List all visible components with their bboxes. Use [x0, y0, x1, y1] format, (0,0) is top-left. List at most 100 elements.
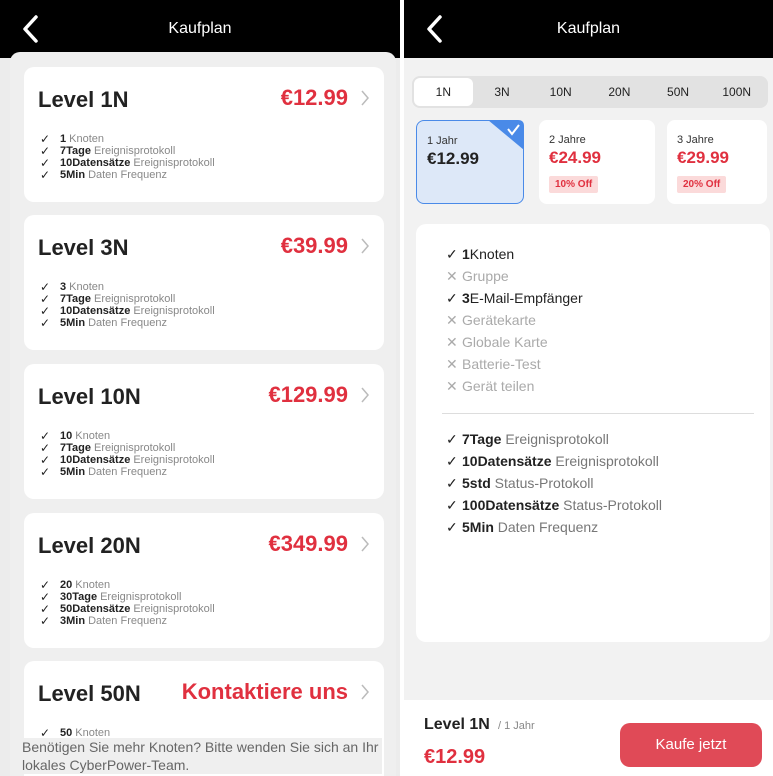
level-tabs: 1N 3N 10N 20N 50N 100N	[412, 76, 768, 108]
tab-10n[interactable]: 10N	[531, 78, 590, 106]
feature-card: ✓ 1Knoten ✕ Gruppe ✓ 3E-Mail-Empfänger ✕ Geräte…	[416, 224, 770, 642]
feature-item: ✓ 3Min Daten Frequenz	[40, 615, 215, 627]
plan-name: Level 50N	[38, 681, 141, 706]
period-label: 1 Jahr	[427, 135, 458, 147]
checkmark-icon: ✓	[446, 453, 458, 469]
plan-card[interactable]: Level 20N €349.99 ✓ 20 Knoten ✓ 30Tage Ereignis…	[24, 513, 384, 648]
feature-item: ✓ 30Tage Ereignisprotokoll	[40, 591, 215, 603]
feature-label: Gerätekarte	[462, 312, 536, 328]
feature-list: ✓ 10 Knoten ✓ 7Tage Ereignisprotokoll ✓ 10Daten…	[40, 430, 215, 478]
plan-list[interactable]: Level 1N €12.99 ✓ 1 Knoten ✓ 7Tage Ereignisprot…	[10, 52, 396, 776]
tab-100n[interactable]: 100N	[707, 78, 766, 106]
feature-item: ✕ Globale Karte	[446, 332, 548, 352]
feature-item: ✓ 20 Knoten	[40, 579, 215, 591]
feature-value: 7Tage	[60, 293, 91, 305]
log-item: ✓ 10Datensätze Ereignisprotokoll	[446, 451, 659, 471]
feature-item: ✓1Knoten	[40, 133, 215, 145]
log-label: Status-Protokoll	[559, 497, 662, 513]
chevron-right-icon	[361, 536, 369, 552]
checkmark-icon: ✓	[446, 497, 458, 513]
feature-item: ✓ 10Datensätze Ereignisprotokoll	[40, 454, 215, 466]
cross-icon: ✕	[446, 268, 458, 284]
feature-value: 7Tage	[60, 145, 91, 157]
period-option[interactable]: 1 Jahr €12.99	[416, 120, 524, 204]
feature-value: 5Min	[60, 466, 86, 478]
discount-badge: 20% Off	[677, 176, 727, 193]
plan-card[interactable]: Level 3N €39.99 ✓ 3 Knoten ✓ 7Tage Ereignisprot…	[24, 215, 384, 350]
checkmark-icon: ✓	[40, 168, 51, 182]
navbar: Kaufplan	[0, 0, 400, 58]
feature-value: 3Min	[60, 615, 86, 627]
feature-value: 5Min	[60, 317, 86, 329]
plan-card[interactable]: Level 10N €129.99 ✓ 10 Knoten ✓ 7Tage Ereignisp…	[24, 364, 384, 499]
feature-label: Ereignisprotokoll	[133, 157, 215, 169]
summary-level: Level 1N	[424, 716, 490, 733]
plan-price: €39.99	[280, 233, 348, 258]
feature-item: ✓ 50Datensätze Ereignisprotokoll	[40, 603, 215, 615]
feature-value: 50Datensätze	[60, 603, 131, 615]
discount-badge: 10% Off	[549, 176, 599, 193]
feature-label: Batterie-Test	[462, 356, 541, 372]
feature-label: Knoten	[75, 579, 111, 591]
tab-1n[interactable]: 1N	[414, 78, 473, 106]
log-label: Ereignisprotokoll	[551, 453, 659, 469]
summary-price: €12.99	[424, 746, 486, 768]
period-label: 2 Jahre	[549, 134, 586, 146]
feature-value: 30Tage	[60, 591, 98, 603]
feature-label: Knoten	[469, 246, 515, 262]
period-option[interactable]: 2 Jahre €24.99 10% Off	[539, 120, 655, 204]
cross-icon: ✕	[446, 334, 458, 350]
log-item: ✓ 5Min Daten Frequenz	[446, 517, 598, 537]
feature-item: ✕ Gerätekarte	[446, 310, 536, 330]
period-option[interactable]: 3 Jahre €29.99 20% Off	[667, 120, 767, 204]
feature-item: ✓ 7Tage Ereignisprotokoll	[40, 442, 215, 454]
summary-period: / 1 Jahr	[498, 720, 535, 732]
feature-label: Ereignisprotokoll	[100, 591, 182, 603]
selected-check-icon	[488, 120, 524, 150]
feature-value: 1	[462, 246, 470, 262]
log-value: 7Tage	[462, 431, 502, 447]
feature-list: ✓ 20 Knoten ✓ 30Tage Ereignisprotokoll ✓ 50Date…	[40, 579, 215, 627]
log-value: 100Datensätze	[462, 497, 560, 513]
log-label: Daten Frequenz	[493, 519, 599, 535]
feature-label: Gruppe	[462, 268, 509, 284]
feature-item: ✓ 3 Knoten	[40, 281, 215, 293]
checkmark-icon: ✓	[40, 316, 51, 330]
page-title: Kaufplan	[168, 20, 232, 37]
feature-label: Globale Karte	[462, 334, 548, 350]
feature-label: Daten Frequenz	[88, 317, 167, 329]
feature-item: ✓ 5Min Daten Frequenz	[40, 169, 215, 181]
plan-price: €349.99	[268, 531, 348, 556]
plan-price: €12.99	[280, 85, 348, 110]
feature-item: ✕ Batterie-Test	[446, 354, 541, 374]
plan-price: Kontaktiere uns	[181, 679, 348, 704]
chevron-right-icon	[361, 387, 369, 403]
plan-name: Level 10N	[38, 384, 141, 409]
feature-label: Knoten	[75, 430, 111, 442]
tab-20n[interactable]: 20N	[590, 78, 649, 106]
log-item: ✓ 5std Status-Protokoll	[446, 473, 594, 493]
navbar: Kaufplan	[404, 0, 773, 58]
feature-value: 10	[60, 430, 73, 442]
feature-label: Daten Frequenz	[88, 169, 167, 181]
plan-card[interactable]: Level 1N €12.99 ✓ 1 Knoten ✓ 7Tage Ereignisprot…	[24, 67, 384, 202]
log-item: ✓ 100Datensätze Status-Protokoll	[446, 495, 662, 515]
feature-label: Ereignisprotokoll	[93, 293, 176, 305]
feature-item: ✓1Knoten	[446, 244, 514, 264]
feature-value: 20	[60, 579, 73, 591]
period-price: €24.99	[549, 148, 601, 167]
log-value: 10Datensätze	[462, 453, 552, 469]
checkmark-icon: ✓	[446, 519, 458, 535]
feature-item: ✓ 10Datensätze Ereignisprotokoll	[40, 157, 215, 169]
checkmark-icon: ✓	[40, 465, 51, 479]
feature-label: Ereignisprotokoll	[93, 442, 176, 454]
tab-3n[interactable]: 3N	[473, 78, 532, 106]
feature-item: ✓ 7Tage Ereignisprotokoll	[40, 145, 215, 157]
feature-label: Daten Frequenz	[88, 466, 167, 478]
tab-50n[interactable]: 50N	[649, 78, 708, 106]
buy-now-button[interactable]: Kaufe jetzt	[620, 723, 762, 767]
feature-value: 3	[462, 290, 470, 306]
feature-item: ✓ 5Min Daten Frequenz	[40, 466, 215, 478]
feature-label: Ereignisprotokoll	[133, 603, 215, 615]
plan-name: Level 1N	[38, 87, 129, 112]
